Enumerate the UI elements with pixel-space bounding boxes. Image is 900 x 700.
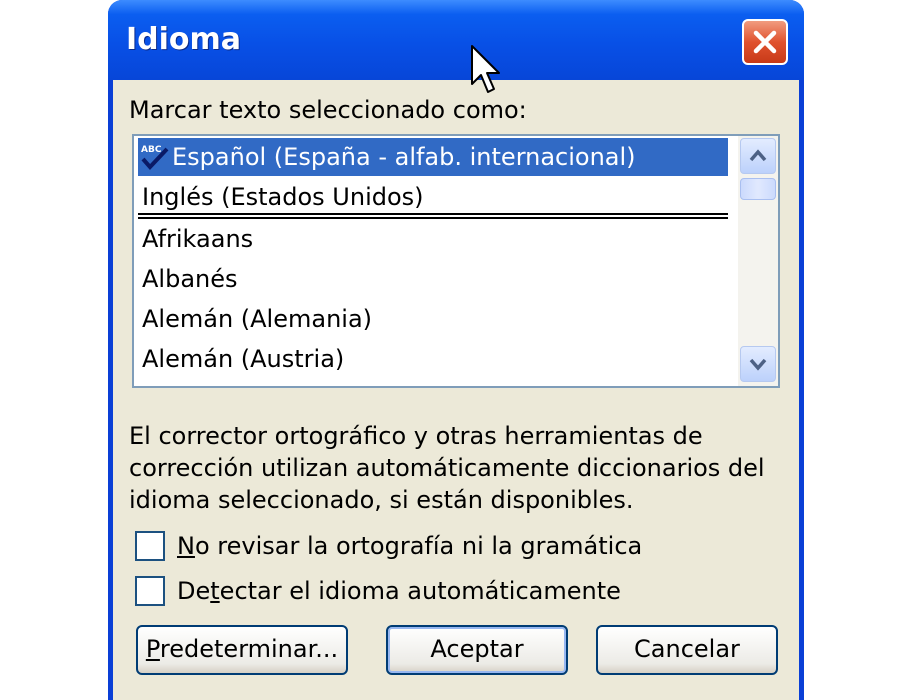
accept-button[interactable]: Aceptar	[386, 625, 568, 675]
list-item-label: Alemán (Alemania)	[142, 305, 373, 333]
list-item-label: Afrikaans	[142, 225, 254, 253]
description-text: El corrector ortográfico y otras herrami…	[129, 422, 765, 514]
checkbox-label-text: o revisar la ortografía ni la gramática	[194, 532, 643, 560]
list-item-label: Español (España - alfab. internacional)	[172, 143, 636, 171]
list-item[interactable]: Afrikaans	[138, 220, 728, 258]
scroll-up-button[interactable]	[740, 138, 776, 174]
dialog-title: Idioma	[126, 22, 242, 57]
mnemonic-key: t	[210, 577, 220, 605]
list-item[interactable]: Alemán (Austria)	[138, 340, 728, 378]
list-item-label: Alemán (Austria)	[142, 345, 345, 373]
button-label: redeterminar...	[159, 635, 339, 663]
button-label: Cancelar	[634, 635, 740, 663]
no-spellcheck-label[interactable]: No revisar la ortografía ni la gramática	[177, 532, 642, 560]
mouse-pointer-icon	[471, 45, 500, 93]
abc-check-icon: ABC	[141, 145, 169, 170]
list-item[interactable]: Alemán (Alemania)	[138, 300, 728, 338]
list-item-selected[interactable]: ABC Español (España - alfab. internacion…	[138, 138, 728, 176]
chevron-down-icon	[749, 358, 767, 371]
no-spellcheck-checkbox[interactable]	[135, 531, 165, 561]
vertical-scrollbar[interactable]	[738, 136, 778, 386]
mnemonic-key: P	[145, 635, 160, 663]
title-bar[interactable]: Idioma	[108, 0, 804, 80]
default-button[interactable]: Predeterminar...	[136, 625, 348, 675]
close-icon	[753, 30, 777, 54]
language-listbox[interactable]: ABC Español (España - alfab. internacion…	[132, 134, 780, 388]
language-dialog: Idioma Marcar texto seleccionado como: A…	[108, 0, 804, 700]
cancel-button[interactable]: Cancelar	[596, 625, 778, 675]
list-item[interactable]: Albanés	[138, 260, 728, 298]
scroll-down-button[interactable]	[740, 346, 776, 382]
list-separator	[138, 217, 728, 219]
scrollbar-thumb[interactable]	[740, 178, 776, 200]
list-item-label: Inglés (Estados Unidos)	[142, 183, 424, 211]
mnemonic-key: N	[177, 532, 195, 560]
auto-detect-checkbox[interactable]	[135, 576, 165, 606]
list-label: Marcar texto seleccionado como:	[129, 96, 527, 124]
button-label: Aceptar	[430, 635, 524, 663]
list-item-label: Albanés	[142, 265, 238, 293]
list-item[interactable]: Inglés (Estados Unidos)	[138, 178, 728, 216]
checkbox-label-text: D	[177, 577, 196, 605]
checkbox-label-text: e	[195, 577, 211, 605]
svg-text:ABC: ABC	[141, 145, 162, 155]
dialog-client-area: Marcar texto seleccionado como: ABC Espa…	[113, 80, 799, 700]
list-separator	[138, 213, 728, 215]
chevron-up-icon	[749, 149, 767, 162]
checkbox-label-text: ectar el idioma automáticamente	[219, 577, 621, 605]
auto-detect-label[interactable]: Detectar el idioma automáticamente	[177, 577, 621, 605]
close-button[interactable]	[742, 19, 788, 65]
